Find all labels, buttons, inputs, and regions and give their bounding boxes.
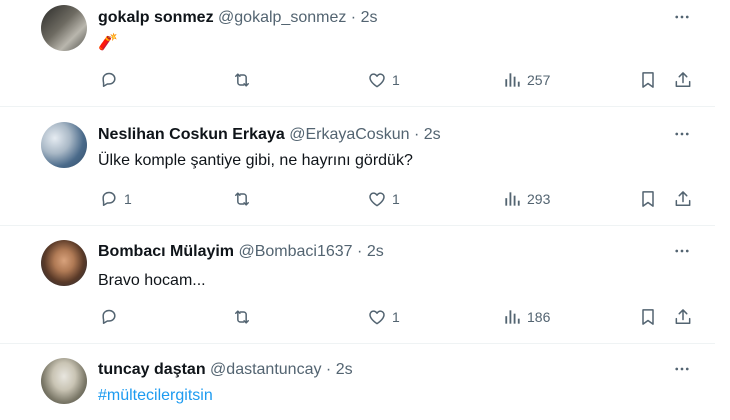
user-handle[interactable]: @gokalp_sonmez — [218, 9, 346, 26]
view-count: 293 — [527, 191, 551, 207]
display-name[interactable]: tuncay daştan — [98, 361, 206, 378]
separator-dot: · — [350, 9, 357, 26]
timestamp[interactable]: 2s — [424, 126, 441, 143]
user-handle[interactable]: @Bombaci1637 — [238, 243, 352, 260]
hashtag-link[interactable]: #mültecilergitsin — [98, 386, 213, 406]
views-chart-icon — [505, 73, 520, 87]
retweet-icon — [235, 310, 249, 324]
reply-button[interactable] — [99, 68, 124, 92]
tweet-actions: 1 186 — [0, 305, 730, 329]
more-horizontal-icon[interactable] — [673, 360, 691, 378]
reply-icon — [102, 309, 116, 324]
tweet-actions: 1 1 293 — [0, 187, 730, 211]
tweet-text: Bravo hocam... — [98, 272, 206, 289]
user-handle[interactable]: @dastantuncay — [210, 361, 321, 378]
share-icon — [675, 309, 691, 324]
more-horizontal-icon[interactable] — [673, 125, 691, 143]
bookmark-icon — [642, 309, 654, 325]
tweet-header: gokalp sonmez @gokalp_sonmez · 2s — [98, 8, 377, 28]
share-button[interactable] — [673, 68, 693, 92]
reply-count: 1 — [124, 191, 132, 207]
timestamp[interactable]: 2s — [336, 361, 353, 378]
display-name[interactable]: gokalp sonmez — [98, 9, 214, 26]
views-button[interactable]: 293 — [502, 187, 550, 211]
timestamp[interactable]: 2s — [367, 243, 384, 260]
like-count: 1 — [392, 191, 400, 207]
tweet-text: 🧨 — [98, 32, 118, 51]
tweet[interactable]: Bombacı Mülayim @Bombaci1637 · 2s Bravo … — [0, 226, 730, 344]
reply-button[interactable] — [99, 305, 124, 329]
avatar[interactable] — [41, 240, 87, 286]
avatar[interactable] — [41, 122, 87, 168]
reply-icon — [102, 72, 116, 87]
bookmark-icon — [642, 191, 654, 207]
like-button[interactable]: 1 — [367, 187, 400, 211]
views-button[interactable]: 186 — [502, 305, 550, 329]
views-chart-icon — [505, 192, 520, 206]
tweet-header: Neslihan Coskun Erkaya @ErkayaCoskun · 2… — [98, 125, 441, 145]
reply-icon — [102, 191, 116, 206]
heart-icon — [369, 73, 385, 88]
share-icon — [675, 191, 691, 206]
more-horizontal-icon[interactable] — [673, 8, 691, 26]
retweet-button[interactable] — [232, 187, 257, 211]
tweet[interactable]: tuncay daştan @dastantuncay · 2s #mültec… — [0, 344, 730, 420]
tweet-header: tuncay daştan @dastantuncay · 2s — [98, 360, 353, 380]
retweet-button[interactable] — [232, 305, 257, 329]
like-button[interactable]: 1 — [367, 305, 400, 329]
avatar[interactable] — [41, 5, 87, 51]
display-name[interactable]: Neslihan Coskun Erkaya — [98, 126, 285, 143]
tweet[interactable]: Neslihan Coskun Erkaya @ErkayaCoskun · 2… — [0, 107, 730, 225]
share-button[interactable] — [673, 187, 693, 211]
retweet-icon — [235, 192, 249, 206]
separator-dot: · — [357, 243, 363, 260]
bookmark-button[interactable] — [638, 187, 658, 211]
tweet-header: Bombacı Mülayim @Bombaci1637 · 2s — [98, 242, 384, 262]
retweet-button[interactable] — [232, 68, 257, 92]
views-button[interactable]: 257 — [502, 68, 550, 92]
bookmark-icon — [642, 72, 654, 88]
avatar[interactable] — [41, 358, 87, 404]
heart-icon — [369, 192, 385, 207]
share-icon — [675, 72, 691, 87]
separator-dot: · — [325, 361, 332, 378]
user-handle[interactable]: @ErkayaCoskun — [289, 126, 409, 143]
heart-icon — [369, 310, 385, 325]
bookmark-button[interactable] — [638, 305, 658, 329]
view-count: 186 — [527, 309, 551, 325]
views-chart-icon — [505, 310, 520, 324]
timestamp[interactable]: 2s — [361, 9, 378, 26]
tweet[interactable]: gokalp sonmez @gokalp_sonmez · 2s 🧨 1 25… — [0, 0, 730, 105]
like-button[interactable]: 1 — [367, 68, 400, 92]
share-button[interactable] — [673, 305, 693, 329]
bookmark-button[interactable] — [638, 68, 658, 92]
retweet-icon — [235, 73, 249, 87]
separator-dot: · — [413, 126, 420, 143]
display-name[interactable]: Bombacı Mülayim — [98, 243, 234, 260]
tweet-text: Ülke komple şantiye gibi, ne hayrını gör… — [98, 152, 413, 169]
like-count: 1 — [392, 309, 400, 325]
view-count: 257 — [527, 72, 551, 88]
tweet-actions: 1 257 — [0, 68, 730, 92]
like-count: 1 — [392, 72, 400, 88]
reply-button[interactable]: 1 — [99, 187, 132, 211]
more-horizontal-icon[interactable] — [673, 242, 691, 260]
